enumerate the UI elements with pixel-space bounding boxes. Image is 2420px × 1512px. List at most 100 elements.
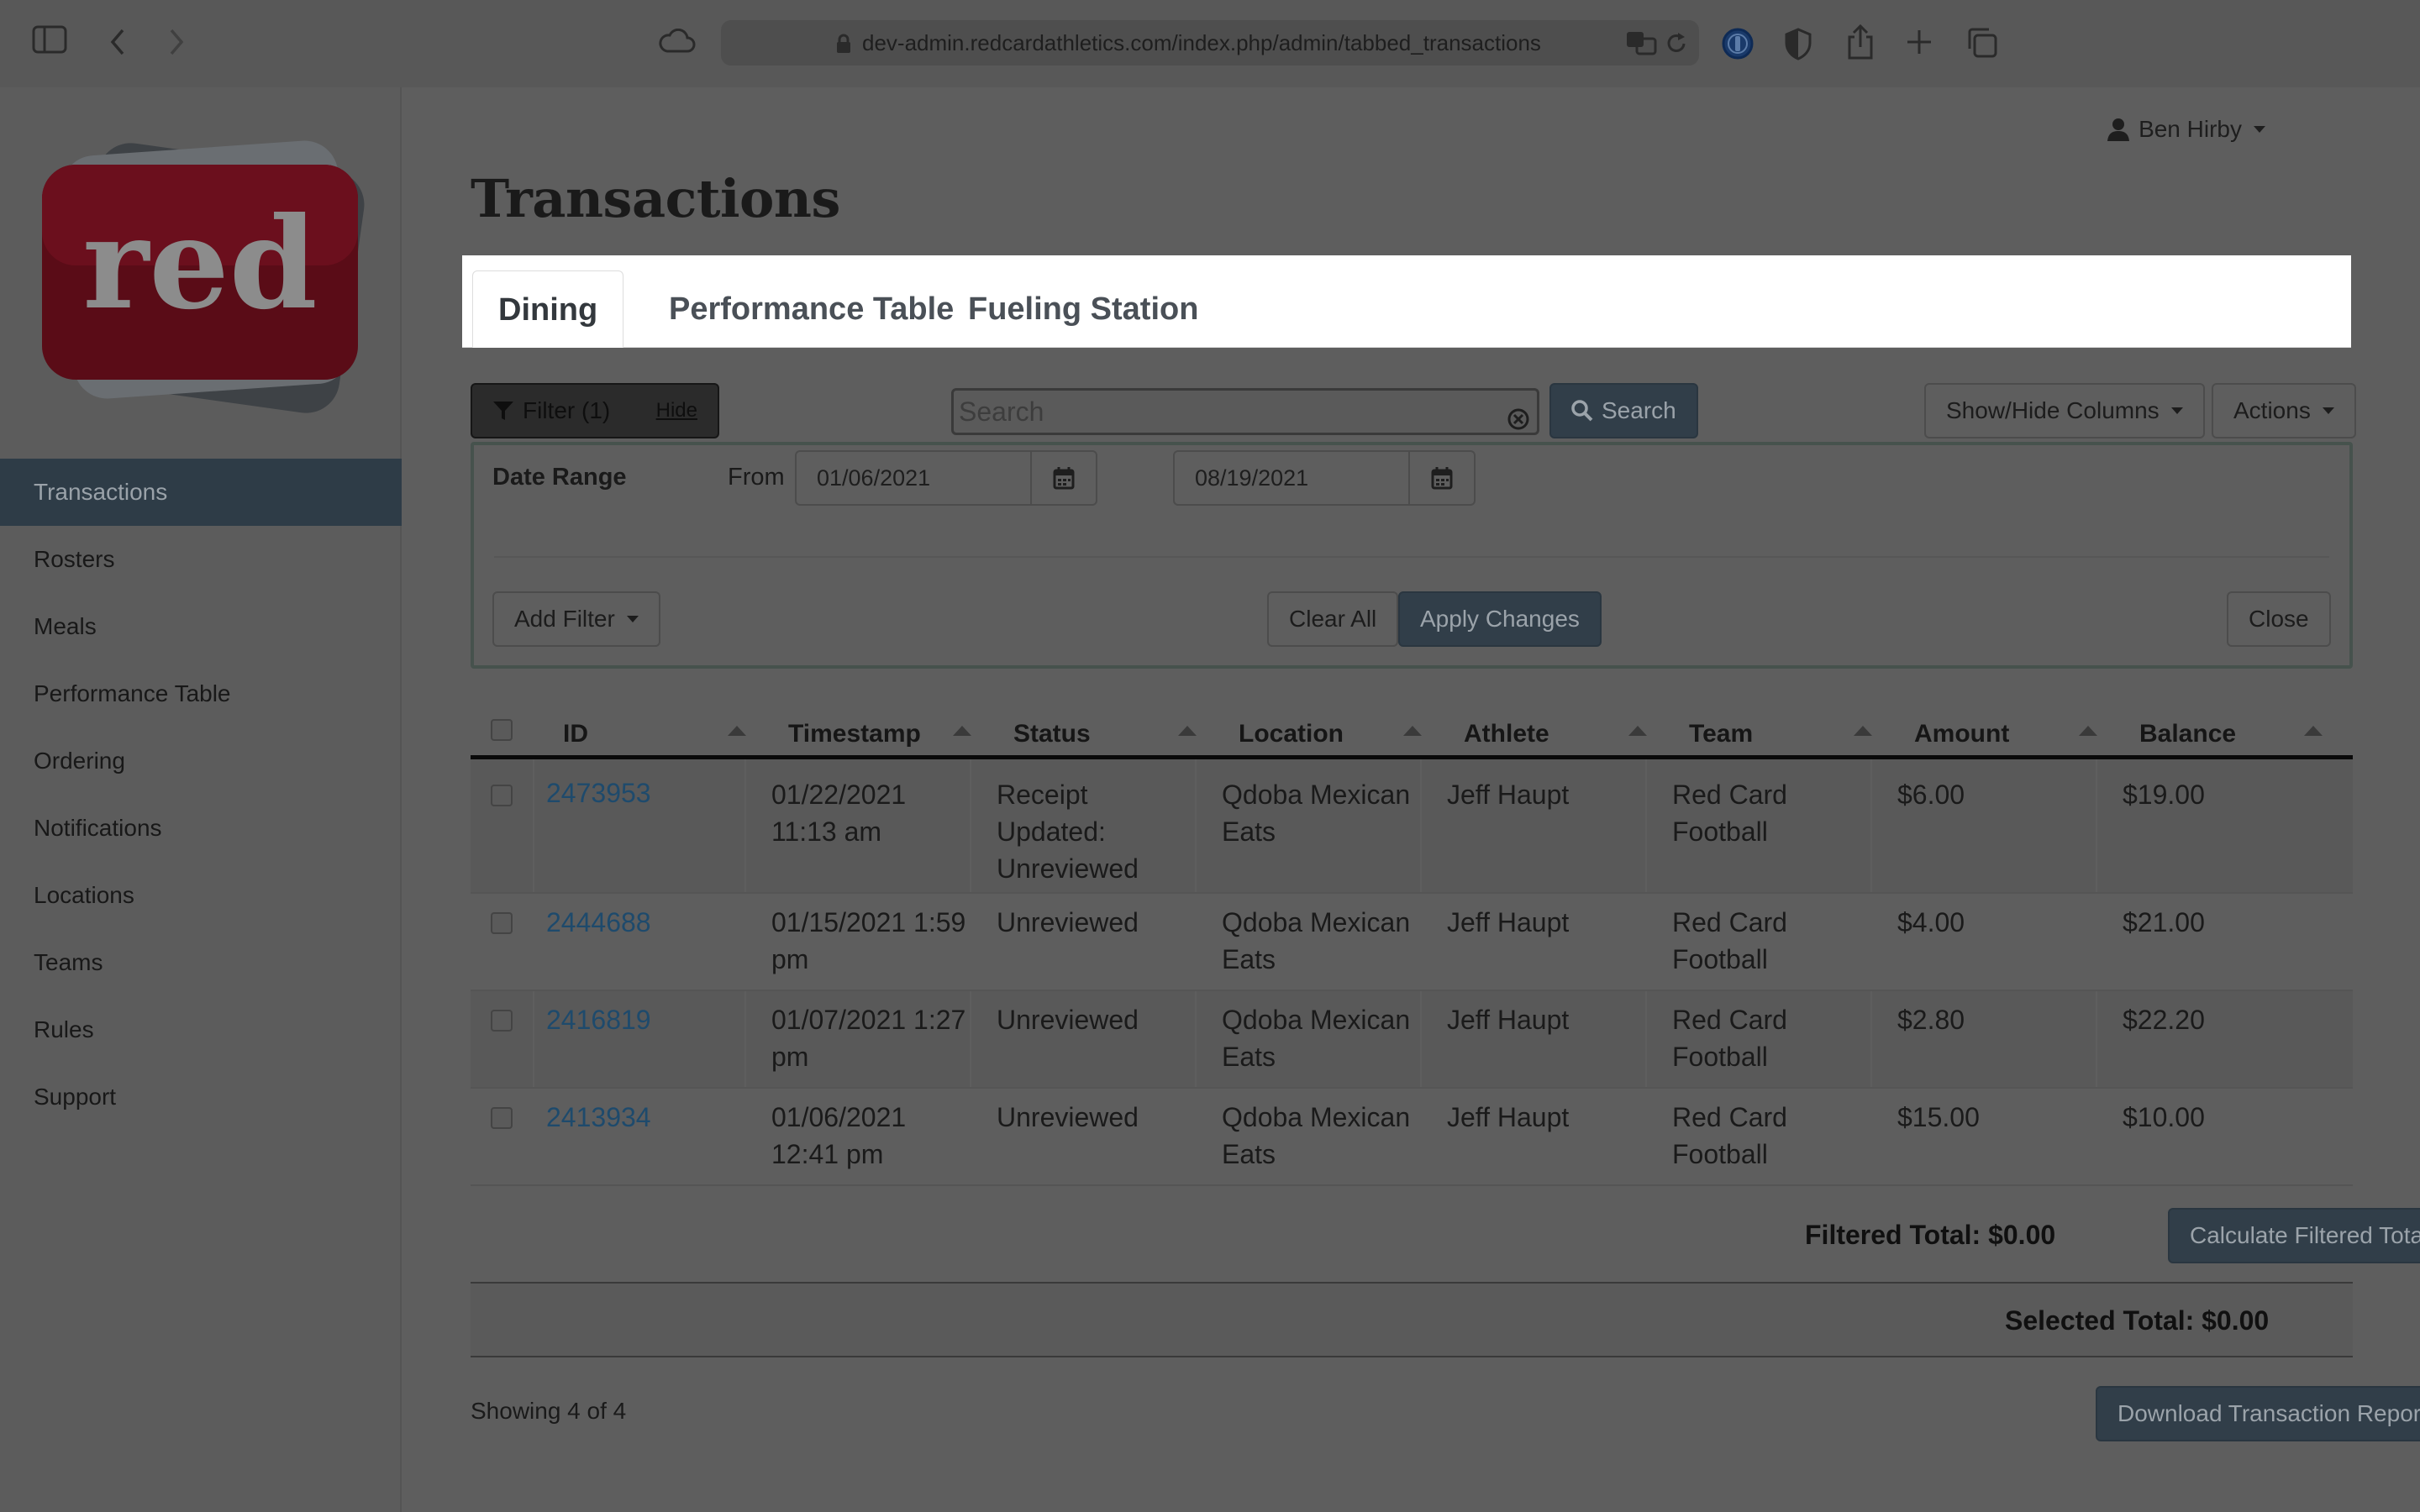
user-menu[interactable]: Ben Hirby <box>2107 113 2265 146</box>
sort-arrow-icon[interactable] <box>728 726 746 736</box>
sidebar-item-performance-table[interactable]: Performance Table <box>0 660 402 727</box>
sort-arrow-icon[interactable] <box>2304 726 2323 736</box>
column-divider <box>744 991 746 1087</box>
amount-cell: $2.80 <box>1897 1005 1965 1035</box>
to-date-field[interactable]: 08/19/2021 <box>1173 450 1476 506</box>
logo-text: red <box>82 190 317 338</box>
add-filter-button[interactable]: Add Filter <box>492 591 660 647</box>
reload-icon[interactable] <box>1664 31 1689 56</box>
column-divider <box>1420 991 1422 1087</box>
status-cell: Unreviewed <box>997 1005 1139 1035</box>
team-cell: Red Card Football <box>1672 1099 1787 1173</box>
column-divider <box>1645 991 1647 1087</box>
sort-arrow-icon[interactable] <box>2079 726 2097 736</box>
table-row[interactable]: 2413934 01/06/2021 12:41 pm Unreviewed Qd… <box>471 1089 2353 1186</box>
team-line: Football <box>1672 1139 1768 1169</box>
search-input[interactable]: Search <box>951 388 1539 435</box>
athlete-cell: Jeff Haupt <box>1447 780 1570 810</box>
column-header-team[interactable]: Team <box>1689 692 1753 756</box>
column-header-amount[interactable]: Amount <box>1914 692 2009 756</box>
sidebar-item-notifications[interactable]: Notifications <box>0 795 402 862</box>
sidebar-nav: Transactions Rosters Meals Performance T… <box>0 459 402 1131</box>
timestamp-line: 01/15/2021 1:59 <box>771 907 966 937</box>
location-line: Qdoba Mexican <box>1222 1102 1411 1132</box>
table-row[interactable]: 2473953 01/22/2021 11:13 am Receipt Update… <box>471 759 2353 894</box>
timestamp-cell: 01/06/2021 12:41 pm <box>771 1099 906 1173</box>
sidebar-item-ordering[interactable]: Ordering <box>0 727 402 795</box>
calculate-filtered-total-button[interactable]: Calculate Filtered Total <box>2168 1208 2420 1263</box>
sidebar-item-rosters[interactable]: Rosters <box>0 526 402 593</box>
sort-arrow-icon[interactable] <box>1628 726 1647 736</box>
close-filter-button[interactable]: Close <box>2227 591 2331 647</box>
table-row[interactable]: 2416819 01/07/2021 1:27 pm Unreviewed Qdo… <box>471 991 2353 1089</box>
sort-arrow-icon[interactable] <box>1178 726 1197 736</box>
select-all-checkbox[interactable] <box>491 719 513 741</box>
column-divider <box>1195 759 1197 892</box>
address-bar[interactable]: dev-admin.redcardathletics.com/index.php… <box>721 20 1699 66</box>
sidebar-item-locations[interactable]: Locations <box>0 862 402 929</box>
apply-changes-button[interactable]: Apply Changes <box>1398 591 1602 647</box>
hide-filter-link[interactable]: Hide <box>656 384 697 438</box>
tab-dining[interactable]: Dining <box>472 270 624 348</box>
location-line: Qdoba Mexican <box>1222 780 1411 810</box>
red-card-logo[interactable]: red <box>34 123 370 425</box>
row-checkbox[interactable] <box>491 1107 513 1129</box>
new-tab-icon[interactable] <box>1906 29 1933 55</box>
column-divider <box>533 991 534 1087</box>
cloud-icon[interactable] <box>657 29 696 54</box>
translate-icon[interactable] <box>1625 30 1657 55</box>
search-button[interactable]: Search <box>1549 383 1698 438</box>
transaction-id-link[interactable]: 2444688 <box>546 904 651 941</box>
row-checkbox[interactable] <box>491 785 513 806</box>
caret-down-icon <box>2170 407 2183 414</box>
caret-down-icon <box>2322 407 2334 414</box>
tab-fueling-station[interactable]: Fueling Station <box>943 270 1223 348</box>
transaction-id-link[interactable]: 2473953 <box>546 774 651 811</box>
team-cell: Red Card Football <box>1672 776 1787 850</box>
shield-icon[interactable] <box>1783 27 1813 60</box>
row-checkbox[interactable] <box>491 1010 513 1032</box>
calendar-icon[interactable] <box>1030 452 1096 504</box>
sidebar-toggle-icon[interactable] <box>32 25 67 54</box>
status-line: Receipt <box>997 780 1088 810</box>
filter-button[interactable]: Filter (1) Hide <box>471 383 719 438</box>
share-icon[interactable] <box>1845 24 1876 60</box>
from-date-field[interactable]: 01/06/2021 <box>795 450 1097 506</box>
clear-all-button[interactable]: Clear All <box>1267 591 1399 647</box>
tab-overview-icon[interactable] <box>1966 27 1998 59</box>
user-name: Ben Hirby <box>2139 116 2242 142</box>
sort-arrow-icon[interactable] <box>1854 726 1872 736</box>
row-checkbox[interactable] <box>491 912 513 934</box>
sidebar-item-transactions[interactable]: Transactions <box>0 459 402 526</box>
main-content: Ben Hirby Transactions Dining Performanc… <box>403 87 2420 1512</box>
team-cell: Red Card Football <box>1672 1001 1787 1075</box>
sort-arrow-icon[interactable] <box>953 726 971 736</box>
column-header-location[interactable]: Location <box>1239 692 1344 756</box>
table-row[interactable]: 2444688 01/15/2021 1:59 pm Unreviewed Qdo… <box>471 894 2353 991</box>
sidebar-item-meals[interactable]: Meals <box>0 593 402 660</box>
column-header-timestamp[interactable]: Timestamp <box>788 692 921 756</box>
forward-icon[interactable] <box>166 27 187 57</box>
download-transaction-report-button[interactable]: Download Transaction Report <box>2096 1386 2420 1441</box>
show-hide-columns-button[interactable]: Show/Hide Columns <box>1924 383 2205 438</box>
show-hide-columns-label: Show/Hide Columns <box>1946 397 2160 423</box>
password-manager-icon[interactable] <box>1721 27 1754 60</box>
actions-button[interactable]: Actions <box>2212 383 2356 438</box>
timestamp-line: 11:13 am <box>771 816 882 847</box>
sort-arrow-icon[interactable] <box>1403 726 1422 736</box>
transaction-id-link[interactable]: 2413934 <box>546 1099 651 1136</box>
team-line: Football <box>1672 1042 1768 1072</box>
column-header-status[interactable]: Status <box>1013 692 1091 756</box>
back-icon[interactable] <box>108 27 128 57</box>
sidebar-item-rules[interactable]: Rules <box>0 996 402 1063</box>
calendar-icon[interactable] <box>1408 452 1474 504</box>
column-header-id[interactable]: ID <box>563 692 588 756</box>
column-header-athlete[interactable]: Athlete <box>1464 692 1549 756</box>
sidebar-item-support[interactable]: Support <box>0 1063 402 1131</box>
sidebar-item-teams[interactable]: Teams <box>0 929 402 996</box>
tab-performance-table[interactable]: Performance Table <box>644 270 979 348</box>
column-header-balance[interactable]: Balance <box>2139 692 2236 756</box>
transaction-id-link[interactable]: 2416819 <box>546 1001 651 1038</box>
timestamp-line: 01/06/2021 <box>771 1102 907 1132</box>
clear-search-icon[interactable] <box>1507 401 1530 443</box>
